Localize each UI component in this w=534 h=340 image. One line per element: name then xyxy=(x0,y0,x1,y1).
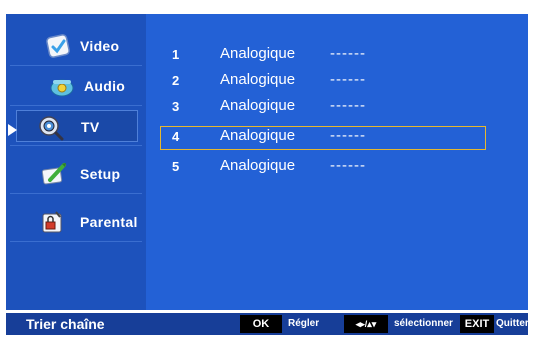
divider xyxy=(10,193,142,194)
channel-row-selected[interactable]: 4 Analogique ------ xyxy=(160,126,486,150)
channel-value: ------ xyxy=(330,157,366,174)
sidebar-item-parental[interactable]: Parental xyxy=(10,206,142,242)
sidebar-item-setup[interactable]: Setup xyxy=(10,158,142,194)
footer-title: Trier chaîne xyxy=(26,316,105,332)
video-icon xyxy=(46,34,70,58)
parental-icon xyxy=(42,211,62,233)
navigate-arrows-icon: ◂▸/▴▾ xyxy=(355,319,377,329)
divider xyxy=(10,145,142,146)
audio-icon xyxy=(50,79,74,97)
divider xyxy=(10,105,142,106)
channel-number: 1 xyxy=(172,47,180,62)
tv-icon xyxy=(39,116,64,141)
sidebar: Video Audio TV Setup Parental xyxy=(6,14,146,310)
setup-icon xyxy=(41,163,66,185)
navigate-key[interactable]: ◂▸/▴▾ xyxy=(344,315,388,333)
channel-row[interactable]: 3 Analogique ------ xyxy=(146,96,528,118)
channel-number: 2 xyxy=(172,73,180,88)
sidebar-item-row: Setup xyxy=(16,158,138,188)
channel-row[interactable]: 2 Analogique ------ xyxy=(146,70,528,92)
sidebar-item-row: Parental xyxy=(16,206,138,236)
navigate-key-label: sélectionner xyxy=(394,318,453,329)
sidebar-item-row: Video xyxy=(16,30,138,60)
sidebar-item-label: Video xyxy=(80,38,120,54)
channel-value: ------ xyxy=(330,45,366,62)
channel-name: Analogique xyxy=(220,157,296,174)
sidebar-item-label: Parental xyxy=(80,214,138,230)
divider xyxy=(10,241,142,242)
sidebar-item-row-selected: TV xyxy=(16,110,138,142)
exit-key-label: Quitter xyxy=(496,318,529,329)
sidebar-item-label: TV xyxy=(81,119,100,135)
channel-value: ------ xyxy=(330,71,366,88)
channel-row[interactable]: 5 Analogique ------ xyxy=(146,156,528,178)
selection-arrow-icon xyxy=(8,124,17,136)
channel-value: ------ xyxy=(330,127,366,144)
sidebar-item-tv[interactable]: TV xyxy=(10,110,142,146)
channel-number: 3 xyxy=(172,99,180,114)
ok-key-label: Régler xyxy=(288,318,320,329)
channel-name: Analogique xyxy=(220,127,296,144)
channel-number: 5 xyxy=(172,159,180,174)
channel-row[interactable]: 1 Analogique ------ xyxy=(146,44,528,66)
sidebar-item-video[interactable]: Video xyxy=(10,30,142,66)
sidebar-item-row: Audio xyxy=(16,70,138,100)
channel-value: ------ xyxy=(330,97,366,114)
sidebar-item-audio[interactable]: Audio xyxy=(10,70,142,106)
channel-name: Analogique xyxy=(220,45,296,62)
channel-list: 1 Analogique ------ 2 Analogique ------ … xyxy=(146,14,528,310)
exit-key[interactable]: EXIT xyxy=(460,315,494,333)
channel-number: 4 xyxy=(172,129,180,144)
sidebar-item-label: Setup xyxy=(80,166,121,182)
divider xyxy=(10,65,142,66)
sidebar-item-label: Audio xyxy=(84,78,126,94)
footer-bar: Trier chaîne OK Régler ◂▸/▴▾ sélectionne… xyxy=(6,313,529,335)
channel-name: Analogique xyxy=(220,97,296,114)
ok-key[interactable]: OK xyxy=(240,315,282,333)
tv-menu-screen: Video Audio TV Setup Parental 1 Analogiq… xyxy=(0,0,534,340)
channel-name: Analogique xyxy=(220,71,296,88)
